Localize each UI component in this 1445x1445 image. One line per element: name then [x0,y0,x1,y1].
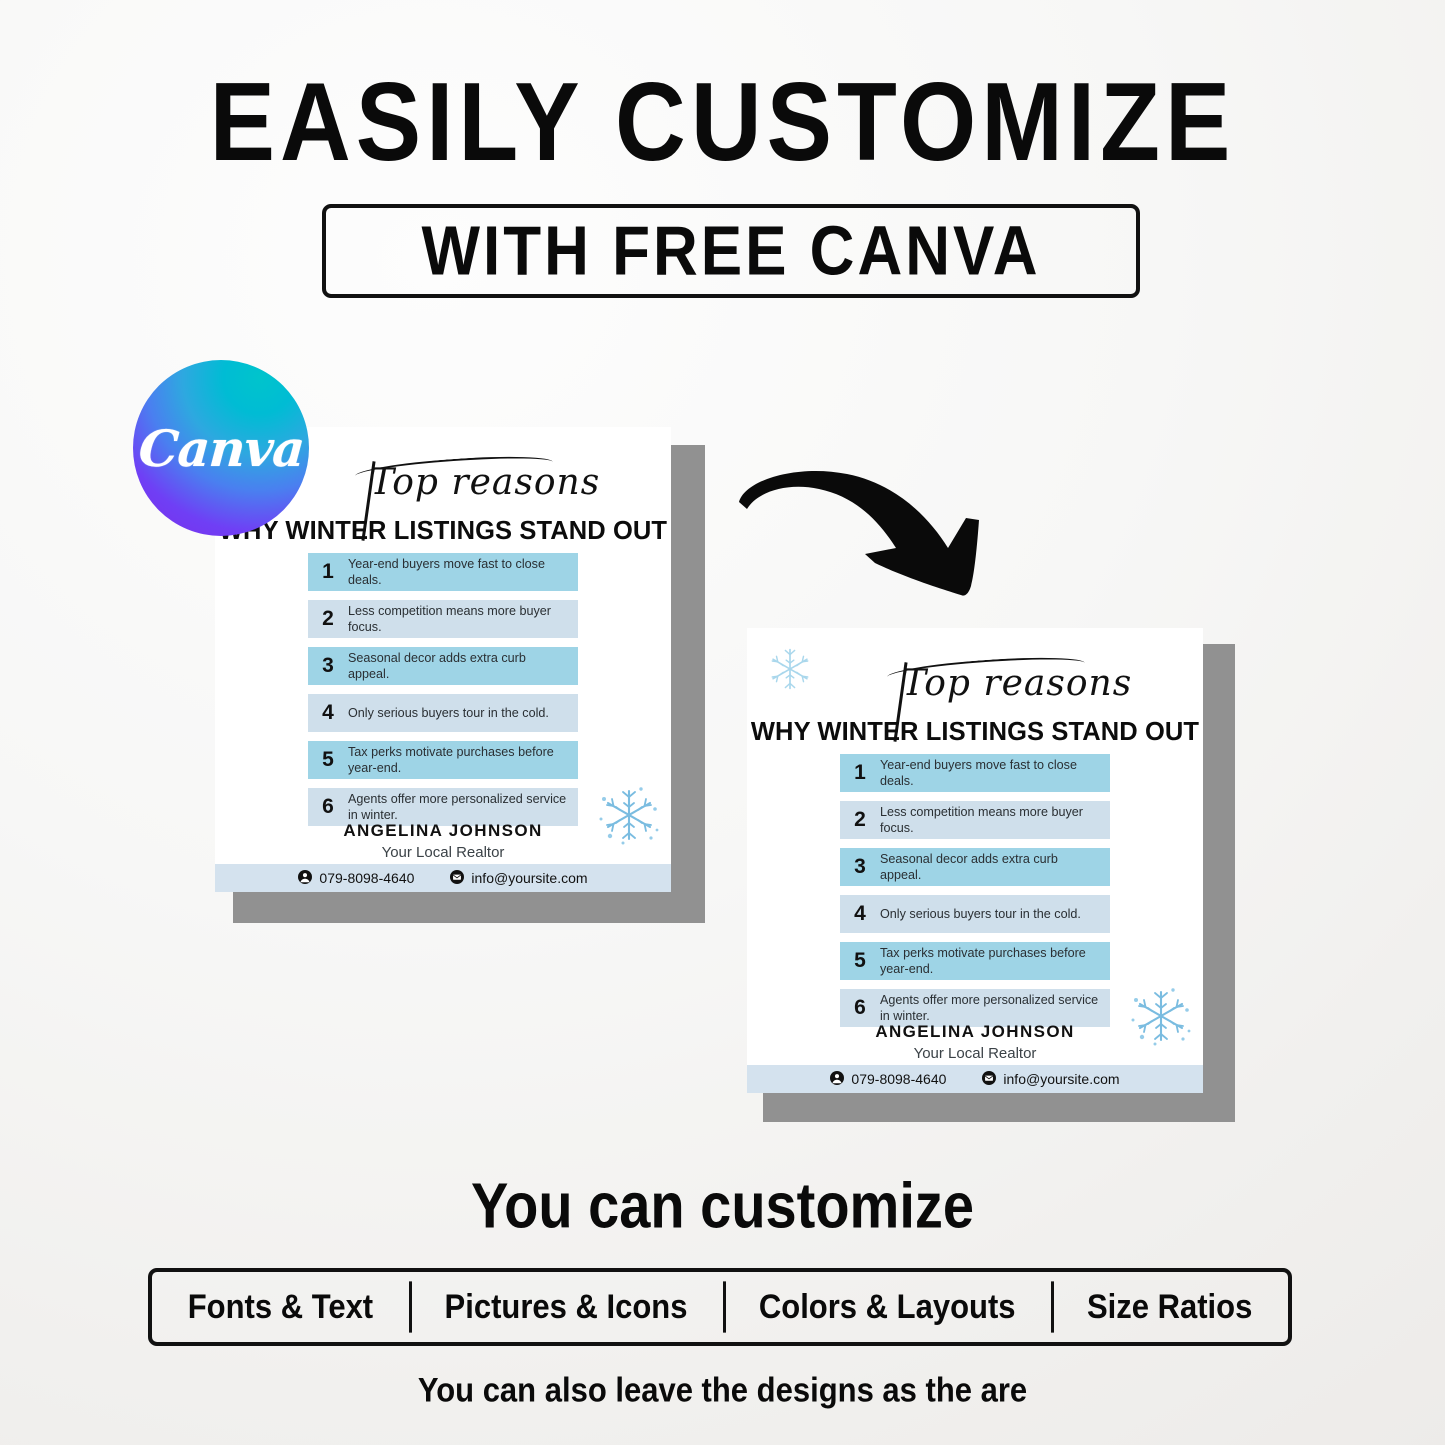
snowflake-icon [597,783,661,852]
email-item: info@yoursite.com [450,869,588,887]
reason-text: Only serious buyers tour in the cold. [348,705,549,720]
card-surface: Top reasons WHY WINTER LISTINGS STAND OU… [747,628,1203,1093]
poster-canvas: EASILY CUSTOMIZE WITH FREE CANVA Canva T… [0,0,1445,1445]
reason-number: 5 [322,748,334,771]
reason-number: 4 [854,902,866,925]
reason-number: 1 [854,761,866,784]
reason-row: 3 Seasonal decor adds extra curb appeal. [308,647,578,685]
flyer-script-title: Top reasons [370,462,601,503]
customize-footnote: You can also leave the designs as the ar… [417,1370,1028,1410]
flyer-reasons-list: 1 Year-end buyers move fast to close deal… [840,754,1110,1027]
reason-row: 1 Year-end buyers move fast to close deal… [840,754,1110,792]
flyer-contact-bar: 079-8098-4640 info@yoursite.com [215,864,671,892]
flyer-contact-bar: 079-8098-4640 info@yoursite.com [747,1065,1203,1093]
reason-row: 4 Only serious buyers tour in the cold. [308,694,578,732]
flyer-script-title: Top reasons [902,663,1133,704]
customize-heading: You can customize [470,1169,975,1241]
reason-text: Agents offer more personalized service i… [348,791,567,822]
reason-number: 3 [854,855,866,878]
option-colors-layouts[interactable]: Colors & Layouts [723,1268,1051,1346]
reason-text: Seasonal decor adds extra curb appeal. [348,650,526,681]
phone-item: 079-8098-4640 [298,869,415,887]
reason-text: Less competition means more buyer focus. [348,603,551,634]
email-address: info@yoursite.com [1003,1071,1120,1087]
reason-number: 6 [322,795,334,818]
person-circle-icon [298,869,313,887]
reason-number: 3 [322,654,334,677]
reason-text: Seasonal decor adds extra curb appeal. [880,851,1058,882]
reason-row: 5 Tax perks motivate purchases before yea… [308,741,578,779]
reason-number: 4 [322,701,334,724]
reason-row: 2 Less competition means more buyer focus… [308,600,578,638]
phone-item: 079-8098-4640 [830,1070,947,1088]
with-free-canva-label: WITH FREE CANVA [421,212,1041,290]
reason-text: Year-end buyers move fast to close deals… [880,757,1077,788]
envelope-circle-icon [982,1070,997,1088]
person-circle-icon [830,1070,845,1088]
reason-text: Year-end buyers move fast to close deals… [348,556,545,587]
flyer-reasons-list: 1 Year-end buyers move fast to close deal… [308,553,578,826]
with-free-canva-badge: WITH FREE CANVA [322,204,1140,298]
customization-options-list: Fonts & Text Pictures & Icons Colors & Lay… [148,1268,1292,1346]
reason-row: 4 Only serious buyers tour in the cold. [840,895,1110,933]
phone-number: 079-8098-4640 [319,870,415,886]
curved-arrow-icon [735,462,985,602]
option-size-ratios[interactable]: Size Ratios [1051,1268,1288,1346]
reason-text: Tax perks motivate purchases before year… [880,945,1086,976]
reason-row: 1 Year-end buyers move fast to close deal… [308,553,578,591]
option-fonts-text[interactable]: Fonts & Text [152,1268,409,1346]
reason-row: 5 Tax perks motivate purchases before yea… [840,942,1110,980]
reason-number: 1 [322,560,334,583]
flyer-card-preview-2: Top reasons WHY WINTER LISTINGS STAND OU… [747,628,1235,1122]
reason-row: 2 Less competition means more buyer focus… [840,801,1110,839]
option-pictures-icons[interactable]: Pictures & Icons [409,1268,723,1346]
canva-logo-icon: Canva [133,360,309,536]
reason-number: 6 [854,996,866,1019]
flyer-main-title: WHY WINTER LISTINGS STAND OUT [218,517,668,545]
phone-number: 079-8098-4640 [851,1071,947,1087]
reason-text: Less competition means more buyer focus. [880,804,1083,835]
reason-number: 2 [322,607,334,630]
canva-logo-label: Canva [136,418,306,478]
reason-text: Only serious buyers tour in the cold. [880,906,1081,921]
envelope-circle-icon [450,869,465,887]
flyer-main-title: WHY WINTER LISTINGS STAND OUT [750,718,1200,746]
page-title: EASILY CUSTOMIZE [209,58,1236,184]
reason-text: Agents offer more personalized service i… [880,992,1099,1023]
reason-row: 3 Seasonal decor adds extra curb appeal. [840,848,1110,886]
reason-number: 2 [854,808,866,831]
email-item: info@yoursite.com [982,1070,1120,1088]
email-address: info@yoursite.com [471,870,588,886]
reason-text: Tax perks motivate purchases before year… [348,744,554,775]
snowflake-icon [1129,984,1193,1053]
reason-number: 5 [854,949,866,972]
snowflake-icon [763,642,817,701]
